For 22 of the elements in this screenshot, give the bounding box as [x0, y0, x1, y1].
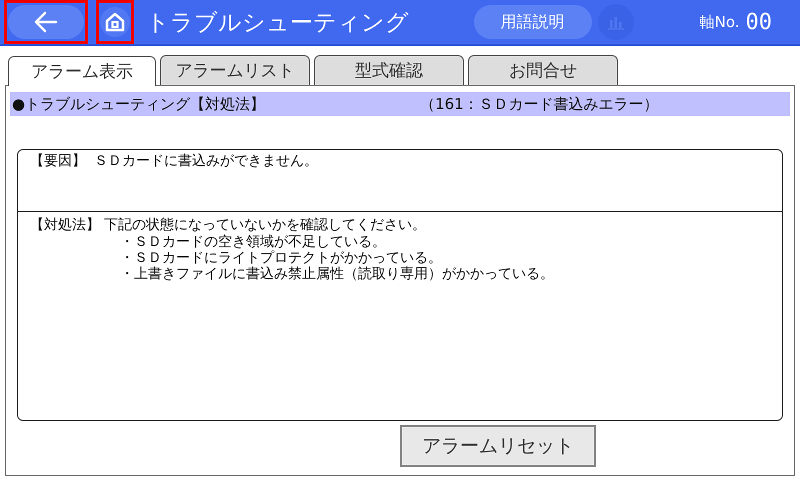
- cause-text: ＳＤカードに書込みができません。: [94, 152, 318, 171]
- axis-number: 00: [746, 10, 772, 34]
- heading-title: ●トラブルシューティング【対処法】: [12, 94, 266, 114]
- screen-title: トラブルシューティング: [146, 8, 409, 38]
- home-icon: [104, 11, 126, 33]
- tab[interactable]: アラーム表示: [8, 56, 156, 86]
- axis-label: 軸No.: [700, 12, 740, 32]
- remedy-label: 【対処法】: [30, 216, 100, 234]
- tab[interactable]: お問合せ: [468, 55, 618, 85]
- remedy-item: ・上書きファイルに書込み禁止属性（読取り専用）がかかっている。: [119, 266, 555, 282]
- home-button[interactable]: [100, 7, 130, 37]
- tab[interactable]: 型式確認: [314, 55, 464, 85]
- remedy-text: 下記の状態になっていないかを確認してください。: [104, 216, 426, 234]
- tab[interactable]: アラームリスト: [160, 55, 310, 85]
- glossary-button[interactable]: 用語説明: [474, 5, 592, 39]
- alarm-code: （161：ＳＤカード書込みエラー）: [420, 94, 659, 114]
- cause-label: 【要因】: [30, 152, 86, 171]
- back-arrow-icon: [34, 11, 58, 33]
- alarm-reset-button[interactable]: アラームリセット: [400, 425, 596, 467]
- back-button[interactable]: [8, 5, 84, 39]
- remedy-item: ・ＳＤカードにライトプロテクトがかかっている。: [119, 250, 443, 266]
- remedy-item: ・ＳＤカードの空き領域が不足している。: [119, 234, 387, 250]
